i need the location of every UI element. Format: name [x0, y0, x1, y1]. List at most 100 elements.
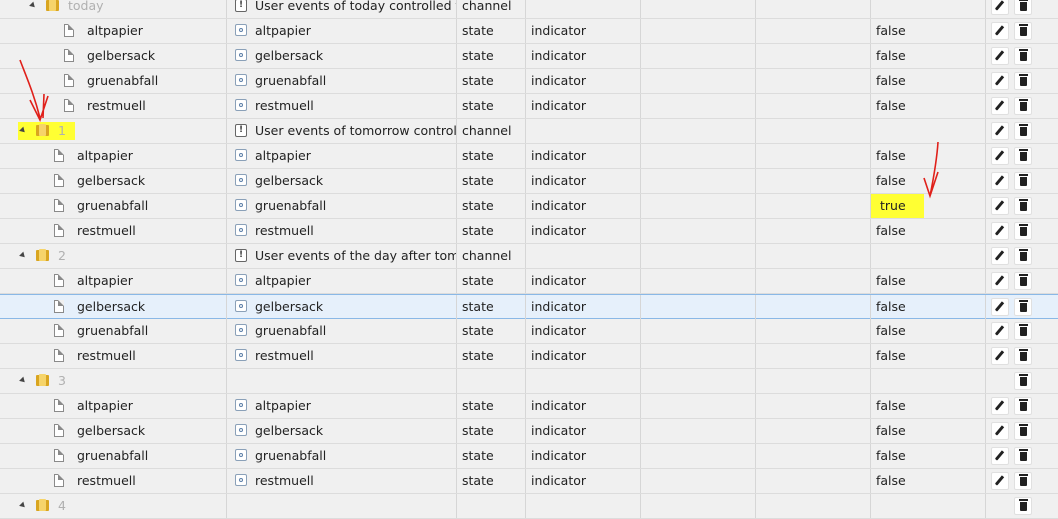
delete-button[interactable]: [1014, 422, 1032, 440]
edit-button[interactable]: [991, 422, 1009, 440]
name-cell[interactable]: gruenabfall: [227, 444, 457, 468]
delete-button[interactable]: [1014, 397, 1032, 415]
id-cell[interactable]: restmuell: [0, 469, 227, 493]
edit-button[interactable]: [991, 298, 1009, 316]
delete-button[interactable]: [1014, 447, 1032, 465]
name-cell[interactable]: ! User events of the day after tom...: [227, 244, 457, 268]
expand-toggle-icon[interactable]: [29, 1, 37, 10]
table-row[interactable]: altpapier altpapier state indicator false: [0, 144, 1058, 169]
folder-row[interactable]: 2! User events of the day after tom... cha…: [0, 244, 1058, 269]
value-cell[interactable]: false: [871, 169, 986, 193]
id-cell[interactable]: gruenabfall: [0, 319, 227, 343]
value-cell[interactable]: [871, 369, 986, 393]
edit-button[interactable]: [991, 22, 1009, 40]
table-row[interactable]: gruenabfall gruenabfall state indicator fals…: [0, 319, 1058, 344]
name-cell[interactable]: gelbersack: [227, 295, 457, 319]
id-cell[interactable]: altpapier: [0, 269, 227, 293]
value-cell[interactable]: false: [871, 344, 986, 368]
table-row[interactable]: gruenabfall gruenabfall state indicator fals…: [0, 444, 1058, 469]
value-cell[interactable]: false: [871, 44, 986, 68]
delete-button[interactable]: [1014, 0, 1032, 15]
delete-button[interactable]: [1014, 472, 1032, 490]
name-cell[interactable]: altpapier: [227, 394, 457, 418]
edit-button[interactable]: [991, 122, 1009, 140]
id-cell[interactable]: altpapier: [0, 144, 227, 168]
id-cell[interactable]: restmuell: [0, 219, 227, 243]
id-cell[interactable]: altpapier: [0, 394, 227, 418]
value-cell[interactable]: [871, 0, 986, 18]
table-row[interactable]: restmuell restmuell state indicator false: [0, 469, 1058, 494]
expand-toggle-icon[interactable]: [19, 501, 27, 510]
value-cell[interactable]: false: [871, 319, 986, 343]
delete-button[interactable]: [1014, 372, 1032, 390]
value-cell[interactable]: [871, 244, 986, 268]
delete-button[interactable]: [1014, 272, 1032, 290]
delete-button[interactable]: [1014, 222, 1032, 240]
id-cell[interactable]: gelbersack: [0, 169, 227, 193]
delete-button[interactable]: [1014, 197, 1032, 215]
value-cell[interactable]: false: [871, 419, 986, 443]
folder-row[interactable]: 4: [0, 494, 1058, 519]
edit-button[interactable]: [991, 147, 1009, 165]
folder-row[interactable]: 3: [0, 369, 1058, 394]
name-cell[interactable]: altpapier: [227, 19, 457, 43]
value-cell[interactable]: false: [871, 295, 986, 319]
edit-button[interactable]: [991, 397, 1009, 415]
name-cell[interactable]: gelbersack: [227, 419, 457, 443]
name-cell[interactable]: gruenabfall: [227, 319, 457, 343]
id-cell[interactable]: 3: [0, 369, 227, 393]
edit-button[interactable]: [991, 472, 1009, 490]
name-cell[interactable]: gruenabfall: [227, 194, 457, 218]
table-row[interactable]: altpapier altpapier state indicator false: [0, 19, 1058, 44]
id-cell[interactable]: gruenabfall: [0, 194, 227, 218]
name-cell[interactable]: gelbersack: [227, 169, 457, 193]
name-cell[interactable]: gruenabfall: [227, 69, 457, 93]
value-cell[interactable]: false: [871, 94, 986, 118]
edit-button[interactable]: [991, 47, 1009, 65]
value-cell[interactable]: false: [871, 469, 986, 493]
name-cell[interactable]: altpapier: [227, 144, 457, 168]
table-row[interactable]: restmuell restmuell state indicator false: [0, 219, 1058, 244]
name-cell[interactable]: restmuell: [227, 469, 457, 493]
edit-button[interactable]: [991, 247, 1009, 265]
name-cell[interactable]: [227, 494, 457, 518]
table-row[interactable]: gruenabfall gruenabfall state indicator true: [0, 194, 1058, 219]
table-row[interactable]: gruenabfall gruenabfall state indicator fals…: [0, 69, 1058, 94]
edit-button[interactable]: [991, 72, 1009, 90]
id-cell[interactable]: gruenabfall: [0, 444, 227, 468]
name-cell[interactable]: gelbersack: [227, 44, 457, 68]
delete-button[interactable]: [1014, 172, 1032, 190]
value-cell[interactable]: false: [871, 69, 986, 93]
id-cell[interactable]: gelbersack: [0, 295, 227, 319]
name-cell[interactable]: [227, 369, 457, 393]
value-cell[interactable]: false: [871, 269, 986, 293]
edit-button[interactable]: [991, 347, 1009, 365]
value-cell[interactable]: false: [871, 144, 986, 168]
name-cell[interactable]: altpapier: [227, 269, 457, 293]
table-row[interactable]: gelbersack gelbersack state indicator false: [0, 44, 1058, 69]
value-cell[interactable]: false: [871, 394, 986, 418]
delete-button[interactable]: [1014, 22, 1032, 40]
name-cell[interactable]: restmuell: [227, 94, 457, 118]
id-cell[interactable]: 4: [0, 494, 227, 518]
table-row[interactable]: altpapier altpapier state indicator false: [0, 394, 1058, 419]
name-cell[interactable]: restmuell: [227, 219, 457, 243]
table-row[interactable]: restmuell restmuell state indicator false: [0, 94, 1058, 119]
edit-button[interactable]: [991, 272, 1009, 290]
expand-toggle-icon[interactable]: [19, 376, 27, 385]
id-cell[interactable]: today: [0, 0, 227, 18]
value-cell[interactable]: [871, 494, 986, 518]
value-cell[interactable]: false: [871, 219, 986, 243]
edit-button[interactable]: [991, 197, 1009, 215]
id-cell[interactable]: restmuell: [0, 344, 227, 368]
delete-button[interactable]: [1014, 347, 1032, 365]
edit-button[interactable]: [991, 322, 1009, 340]
value-cell[interactable]: false: [871, 19, 986, 43]
delete-button[interactable]: [1014, 122, 1032, 140]
value-cell[interactable]: [871, 119, 986, 143]
delete-button[interactable]: [1014, 247, 1032, 265]
id-cell[interactable]: gelbersack: [0, 44, 227, 68]
table-row[interactable]: restmuell restmuell state indicator false: [0, 344, 1058, 369]
delete-button[interactable]: [1014, 47, 1032, 65]
edit-button[interactable]: [991, 222, 1009, 240]
